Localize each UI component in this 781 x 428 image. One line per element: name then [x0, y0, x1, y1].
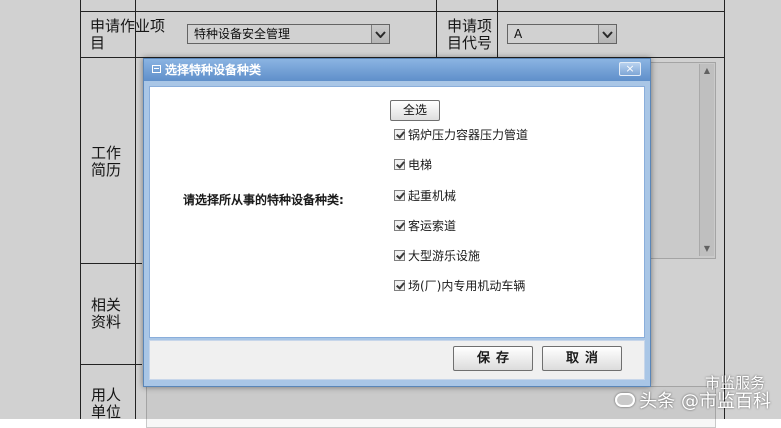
option-label: 锅炉压力容器压力管道: [408, 127, 529, 142]
option-row[interactable]: 锅炉压力容器压力管道: [394, 126, 528, 142]
checkbox-checked[interactable]: [394, 128, 405, 140]
dialog-titlebar[interactable]: 选择特种设备种类 ×: [144, 59, 650, 81]
option-row[interactable]: 起重机械: [394, 187, 456, 203]
checkbox-checked[interactable]: [394, 279, 405, 291]
dialog-footer: 保存 取消: [149, 340, 645, 380]
chat-bubble-icon: [615, 393, 636, 407]
option-label: 场(厂)内专用机动车辆: [408, 278, 526, 293]
dialog-body: 请选择所从事的特种设备种类: 全选 锅炉压力容器压力管道 电梯 起重机械 客运索…: [149, 86, 645, 338]
checkbox-checked[interactable]: [394, 158, 405, 170]
option-label: 电梯: [408, 157, 433, 172]
dialog-title: 选择特种设备种类: [165, 63, 262, 77]
prompt-text: 请选择所从事的特种设备种类:: [183, 193, 344, 207]
checkbox-checked[interactable]: [394, 189, 405, 201]
select-all-button[interactable]: 全选: [390, 100, 440, 121]
window-icon: [152, 65, 161, 73]
watermark-subtext: 市监服务: [704, 374, 765, 392]
close-button[interactable]: ×: [619, 62, 641, 76]
save-button[interactable]: 保存: [453, 346, 533, 371]
checkbox-checked[interactable]: [394, 219, 405, 231]
option-label: 大型游乐设施: [408, 248, 481, 263]
option-row[interactable]: 客运索道: [394, 217, 456, 233]
checkbox-checked[interactable]: [394, 249, 405, 261]
option-row[interactable]: 场(厂)内专用机动车辆: [394, 277, 525, 293]
select-equipment-dialog: 选择特种设备种类 × 请选择所从事的特种设备种类: 全选 锅炉压力容器压力管道 …: [143, 58, 651, 387]
option-row[interactable]: 电梯: [394, 156, 432, 172]
option-row[interactable]: 大型游乐设施: [394, 247, 480, 263]
option-label: 客运索道: [408, 218, 457, 233]
option-label: 起重机械: [408, 188, 457, 203]
cancel-button[interactable]: 取消: [542, 346, 622, 371]
